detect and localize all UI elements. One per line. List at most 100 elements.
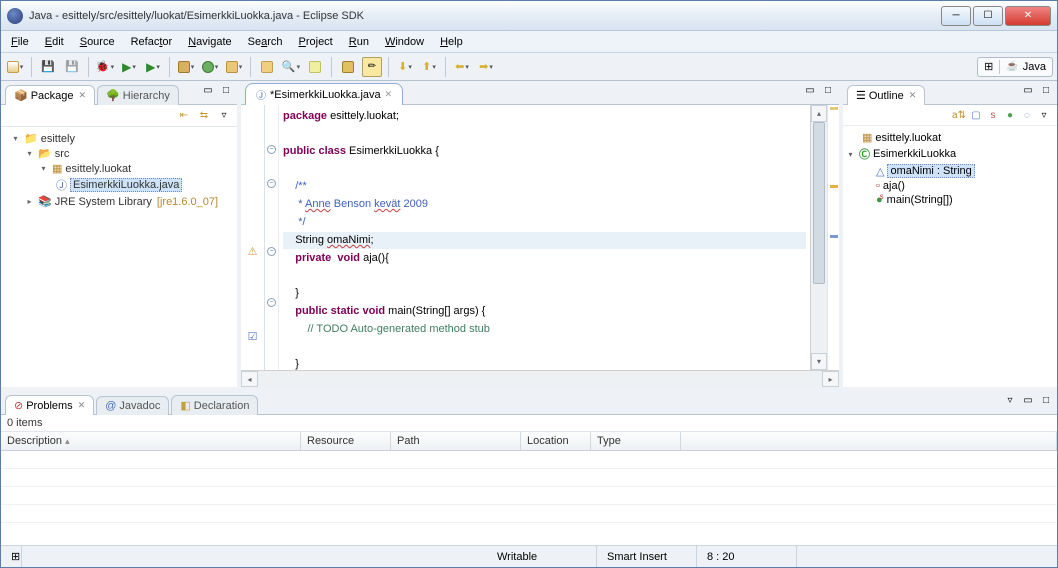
forward-button[interactable]: ➡ — [476, 57, 496, 77]
minimize-button[interactable]: ─ — [941, 6, 971, 26]
maximize-button[interactable]: ☐ — [973, 6, 1003, 26]
tree-jre[interactable]: ▸ 📚 JRE System Library [jre1.6.0_07] — [3, 194, 235, 209]
menu-refactor[interactable]: Refactor — [125, 34, 179, 50]
scroll-right-button[interactable]: ▸ — [822, 371, 839, 387]
minimize-view-icon[interactable]: ▭ — [1021, 83, 1035, 97]
expander-icon[interactable]: ▾ — [38, 163, 49, 174]
outline-field[interactable]: △ omaNimi : String — [845, 163, 1055, 179]
fold-toggle-icon[interactable]: − — [267, 298, 276, 307]
minimize-view-icon[interactable]: ▭ — [1021, 393, 1035, 407]
tree-file[interactable]: Ⓙ EsimerkkiLuokka.java — [3, 176, 235, 194]
table-row[interactable] — [1, 505, 1057, 523]
editor-hscrollbar[interactable]: ◂ ▸ — [241, 370, 839, 387]
code-editor[interactable]: package esittely.luokat; public class Es… — [279, 105, 810, 370]
scroll-down-button[interactable]: ▾ — [811, 353, 827, 370]
menu-window[interactable]: Window — [379, 34, 430, 50]
close-icon[interactable]: ✕ — [79, 90, 87, 101]
fold-toggle-icon[interactable]: − — [267, 247, 276, 256]
menu-navigate[interactable]: Navigate — [182, 34, 237, 50]
menu-file[interactable]: File — [5, 34, 35, 50]
scroll-left-button[interactable]: ◂ — [241, 371, 258, 387]
collapse-all-icon[interactable]: ⇤ — [177, 109, 191, 123]
outline-package[interactable]: ▦ esittely.luokat — [845, 130, 1055, 145]
new-folder-button[interactable] — [224, 57, 244, 77]
hide-static-icon[interactable]: s — [986, 108, 1000, 122]
link-editor-icon[interactable]: ⇆ — [197, 109, 211, 123]
overview-warning-icon[interactable] — [830, 185, 838, 188]
search-button[interactable]: 🔍 — [281, 57, 301, 77]
menu-run[interactable]: Run — [343, 34, 375, 50]
overview-task-icon[interactable] — [830, 235, 838, 238]
tab-javadoc[interactable]: @ Javadoc — [96, 396, 169, 415]
marker-gutter[interactable]: ⚠ ☑ — [241, 105, 265, 370]
tab-declaration[interactable]: ◧ Declaration — [171, 395, 258, 415]
minimize-editor-icon[interactable]: ▭ — [803, 83, 817, 97]
tree-project[interactable]: ▾ 📁 esittely — [3, 131, 235, 146]
prev-annotation-button[interactable]: ⬇ — [395, 57, 415, 77]
tab-outline[interactable]: ☰ Outline ✕ — [847, 85, 925, 105]
menu-search[interactable]: Search — [242, 34, 289, 50]
view-menu-icon[interactable]: ▿ — [1003, 393, 1017, 407]
table-row[interactable] — [1, 451, 1057, 469]
tree-package[interactable]: ▾ ▦ esittely.luokat — [3, 161, 235, 176]
col-location[interactable]: Location — [521, 432, 591, 450]
tab-hierarchy[interactable]: 🌳 Hierarchy — [97, 85, 179, 105]
sort-icon[interactable]: a⇅ — [952, 108, 966, 122]
col-type[interactable]: Type — [591, 432, 681, 450]
table-row[interactable] — [1, 469, 1057, 487]
status-icon[interactable]: ⊞ — [1, 546, 22, 567]
back-button[interactable]: ⬅ — [452, 57, 472, 77]
package-tree[interactable]: ▾ 📁 esittely ▾ 📂 src ▾ ▦ esittel — [1, 127, 237, 387]
outline-method-main[interactable]: ● s main(String[]) — [845, 193, 1055, 207]
fold-gutter[interactable]: − − − − — [265, 105, 279, 370]
warning-marker-icon[interactable]: ⚠ — [248, 245, 258, 258]
new-class-button[interactable] — [200, 57, 220, 77]
col-path[interactable]: Path — [391, 432, 521, 450]
scroll-thumb[interactable] — [813, 122, 825, 284]
close-icon[interactable]: ✕ — [78, 400, 86, 411]
task-button[interactable] — [305, 57, 325, 77]
maximize-view-icon[interactable]: □ — [1039, 393, 1053, 407]
menu-help[interactable]: Help — [434, 34, 469, 50]
debug-button[interactable]: 🐞 — [95, 57, 115, 77]
fold-toggle-icon[interactable]: − — [267, 179, 276, 188]
tab-package-explorer[interactable]: 📦 Package ✕ — [5, 85, 95, 105]
expander-icon[interactable]: ▾ — [10, 133, 21, 144]
open-perspective-icon[interactable]: ⊞ — [984, 60, 993, 73]
close-button[interactable]: ✕ — [1005, 6, 1051, 26]
maximize-editor-icon[interactable]: □ — [821, 83, 835, 97]
fold-toggle-icon[interactable]: − — [267, 145, 276, 154]
next-annotation-button[interactable]: ⬆ — [419, 57, 439, 77]
col-resource[interactable]: Resource — [301, 432, 391, 450]
save-button[interactable]: 💾 — [38, 57, 58, 77]
editor-tab[interactable]: Ⓙ *EsimerkkiLuokka.java ✕ — [245, 83, 403, 105]
tab-problems[interactable]: ⊘ Problems ✕ — [5, 395, 94, 415]
tree-src[interactable]: ▾ 📂 src — [3, 146, 235, 161]
perspective-switcher[interactable]: ⊞ ☕ Java — [977, 57, 1053, 77]
new-button[interactable] — [5, 57, 25, 77]
problems-table[interactable]: Description ▴ Resource Path Location Typ… — [1, 432, 1057, 545]
open-type-button[interactable] — [257, 57, 277, 77]
hide-local-icon[interactable]: ◌ — [1020, 108, 1034, 122]
close-icon[interactable]: ✕ — [909, 90, 917, 101]
menu-source[interactable]: Source — [74, 34, 121, 50]
hide-nonpublic-icon[interactable]: ● — [1003, 108, 1017, 122]
outline-tree[interactable]: ▦ esittely.luokat ▾ Ⓒ EsimerkkiLuokka △ … — [843, 126, 1057, 387]
expander-icon[interactable]: ▸ — [24, 196, 35, 207]
scroll-up-button[interactable]: ▴ — [811, 105, 827, 122]
outline-class[interactable]: ▾ Ⓒ EsimerkkiLuokka — [845, 145, 1055, 163]
new-package-button[interactable] — [176, 57, 196, 77]
run-last-button[interactable]: ▶ — [143, 57, 163, 77]
run-button[interactable]: ▶ — [119, 57, 139, 77]
view-menu-icon[interactable]: ▿ — [1037, 108, 1051, 122]
expander-icon[interactable]: ▾ — [24, 148, 35, 159]
hide-fields-icon[interactable]: ▢ — [969, 108, 983, 122]
menu-project[interactable]: Project — [293, 34, 339, 50]
toggle-mark-button[interactable] — [338, 57, 358, 77]
toggle-highlight-button[interactable]: ✏ — [362, 57, 382, 77]
table-row[interactable] — [1, 487, 1057, 505]
overview-ruler[interactable] — [827, 105, 839, 370]
minimize-view-icon[interactable]: ▭ — [201, 83, 215, 97]
maximize-view-icon[interactable]: □ — [1039, 83, 1053, 97]
col-description[interactable]: Description ▴ — [1, 432, 301, 450]
